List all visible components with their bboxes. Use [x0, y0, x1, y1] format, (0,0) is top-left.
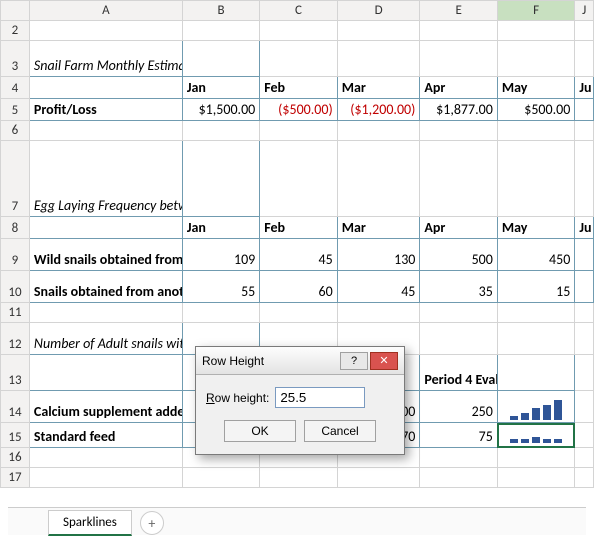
row-height-input[interactable]: [275, 387, 365, 408]
sheet-tab-bar: Sparklines +: [8, 507, 586, 535]
row-label[interactable]: Standard feed: [29, 423, 182, 448]
row-header[interactable]: 15: [1, 423, 30, 448]
row-header[interactable]: 9: [1, 239, 30, 271]
row-header[interactable]: 13: [1, 355, 30, 391]
row-label[interactable]: Snails obtained from another snail farm: [29, 271, 182, 303]
row-label[interactable]: Calcium supplement added to feed: [29, 391, 182, 423]
ok-button[interactable]: OK: [224, 420, 296, 442]
row-header[interactable]: 6: [1, 121, 30, 141]
cell[interactable]: 45: [337, 271, 420, 303]
profit-loss-label[interactable]: Profit/Loss: [29, 99, 182, 121]
cell[interactable]: $500.00: [497, 99, 574, 121]
cell[interactable]: 109: [182, 239, 259, 271]
cell[interactable]: 15: [497, 271, 574, 303]
section1-title[interactable]: Snail Farm Monthly Estimated Profit/Loss: [29, 41, 182, 77]
row-header[interactable]: 3: [1, 41, 30, 77]
cell[interactable]: ($1,200.00): [337, 99, 420, 121]
month-header[interactable]: May: [497, 217, 574, 239]
section2-title[interactable]: Egg Laying Frequency between the two dif…: [29, 141, 182, 217]
col-header-B[interactable]: B: [182, 1, 259, 21]
row-header[interactable]: 5: [1, 99, 30, 121]
dialog-close-button[interactable]: ✕: [370, 352, 398, 370]
col-header-D[interactable]: D: [337, 1, 420, 21]
row-header[interactable]: 7: [1, 141, 30, 217]
row-header[interactable]: 2: [1, 21, 30, 41]
col-header-C[interactable]: C: [260, 1, 337, 21]
month-header[interactable]: Mar: [337, 77, 420, 99]
row-header[interactable]: 12: [1, 323, 30, 355]
row-header[interactable]: 4: [1, 77, 30, 99]
cell[interactable]: 55: [182, 271, 259, 303]
month-header[interactable]: Apr: [420, 217, 497, 239]
cell[interactable]: 45: [260, 239, 337, 271]
cell[interactable]: 130: [337, 239, 420, 271]
month-header[interactable]: Mar: [337, 217, 420, 239]
sparkline-bar-selected[interactable]: [497, 423, 574, 448]
period-header[interactable]: Period 4 Evaluation: [420, 355, 497, 391]
dialog-help-button[interactable]: ?: [340, 352, 368, 370]
cell[interactable]: 450: [497, 239, 574, 271]
sheet-tab-sparklines[interactable]: Sparklines: [48, 510, 132, 536]
cell[interactable]: 35: [420, 271, 497, 303]
cell[interactable]: 250: [420, 391, 497, 423]
row-label[interactable]: Wild snails obtained from forest: [29, 239, 182, 271]
month-header[interactable]: Ju: [575, 217, 594, 239]
month-header[interactable]: Jan: [182, 217, 259, 239]
sparkline-bar[interactable]: [497, 391, 574, 423]
row-header[interactable]: 16: [1, 448, 30, 468]
cell[interactable]: 500: [420, 239, 497, 271]
dialog-title: Row Height: [202, 354, 340, 368]
row-header[interactable]: 10: [1, 271, 30, 303]
cell[interactable]: 75: [420, 423, 497, 448]
col-header-E[interactable]: E: [420, 1, 497, 21]
cell[interactable]: $1,500.00: [182, 99, 259, 121]
month-header[interactable]: Apr: [420, 77, 497, 99]
section3-title[interactable]: Number of Adult snails with hard suitabl…: [29, 323, 182, 355]
cancel-button[interactable]: Cancel: [304, 420, 376, 442]
col-header-A[interactable]: A: [29, 1, 182, 21]
row-height-dialog: Row Height ? ✕ Row height: OK Cancel: [195, 346, 405, 455]
col-header-F[interactable]: F: [497, 1, 574, 21]
add-sheet-button[interactable]: +: [140, 511, 164, 535]
month-header[interactable]: May: [497, 77, 574, 99]
cell[interactable]: 60: [260, 271, 337, 303]
cell[interactable]: ($500.00): [260, 99, 337, 121]
cell[interactable]: $1,877.00: [420, 99, 497, 121]
col-header-J[interactable]: J: [575, 1, 594, 21]
row-header[interactable]: 17: [1, 468, 30, 488]
row-header[interactable]: 8: [1, 217, 30, 239]
row-header[interactable]: 11: [1, 303, 30, 323]
month-header[interactable]: Ju: [575, 77, 594, 99]
select-all-corner[interactable]: [1, 1, 30, 21]
row-header[interactable]: 14: [1, 391, 30, 423]
month-header[interactable]: Jan: [182, 77, 259, 99]
month-header[interactable]: Feb: [260, 77, 337, 99]
row-height-label: Row height:: [206, 391, 269, 405]
month-header[interactable]: Feb: [260, 217, 337, 239]
